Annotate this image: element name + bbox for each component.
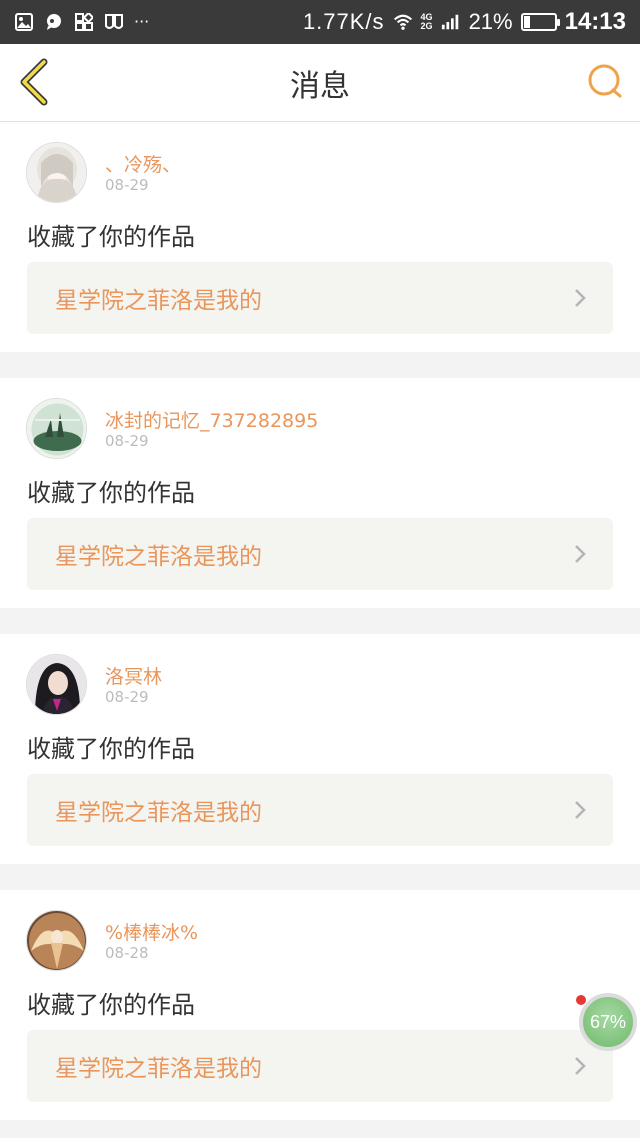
work-link[interactable]: 星学院之菲洛是我的 bbox=[27, 1030, 613, 1102]
message-card: %棒棒冰% 08-28 收藏了你的作品 星学院之菲洛是我的 bbox=[0, 890, 640, 1120]
chevron-left-icon bbox=[20, 58, 48, 106]
more-notifications-icon: ··· bbox=[134, 12, 150, 31]
work-title: 星学院之菲洛是我的 bbox=[55, 800, 262, 826]
message-date: 08-29 bbox=[105, 176, 149, 194]
work-link[interactable]: 星学院之菲洛是我的 bbox=[27, 262, 613, 334]
message-date: 08-29 bbox=[105, 432, 149, 450]
notification-icons: ··· bbox=[14, 13, 149, 31]
message-list: 、冷殇、 08-29 收藏了你的作品 星学院之菲洛是我的 冰封的记忆_73728… bbox=[0, 122, 640, 1138]
message-action: 收藏了你的作品 bbox=[27, 991, 195, 1019]
work-link[interactable]: 星学院之菲洛是我的 bbox=[27, 774, 613, 846]
notification-dot bbox=[576, 995, 586, 1005]
message-card: 洛冥林 08-29 收藏了你的作品 星学院之菲洛是我的 bbox=[0, 634, 640, 864]
battery-level bbox=[523, 16, 530, 28]
page-title: 消息 bbox=[290, 68, 350, 104]
username[interactable]: %棒棒冰% bbox=[105, 918, 198, 945]
message-date: 08-29 bbox=[105, 688, 149, 706]
network-speed: 1.77K/s bbox=[302, 9, 385, 34]
username[interactable]: 、冷殇、 bbox=[105, 150, 181, 177]
work-title: 星学院之菲洛是我的 bbox=[55, 1056, 262, 1082]
chevron-right-icon bbox=[575, 801, 586, 819]
mask-icon bbox=[104, 13, 124, 31]
username[interactable]: 洛冥林 bbox=[105, 662, 162, 689]
back-button[interactable] bbox=[14, 58, 58, 106]
net-type-bottom: 2G bbox=[420, 21, 433, 31]
floating-badge[interactable]: 67% bbox=[579, 993, 637, 1051]
avatar[interactable] bbox=[26, 910, 87, 971]
message-card: 、冷殇、 08-29 收藏了你的作品 星学院之菲洛是我的 bbox=[0, 122, 640, 352]
chevron-right-icon bbox=[575, 289, 586, 307]
battery-icon bbox=[520, 13, 560, 31]
floating-badge-label: 67% bbox=[589, 1011, 627, 1032]
battery-percent: 21% bbox=[468, 9, 513, 34]
network-type: 4G 2G bbox=[421, 13, 433, 31]
clock: 14:13 bbox=[564, 8, 626, 35]
chat-icon bbox=[44, 13, 64, 31]
message-action: 收藏了你的作品 bbox=[27, 735, 195, 763]
nav-bar: 消息 bbox=[0, 44, 640, 122]
chevron-right-icon bbox=[575, 545, 586, 563]
search-button[interactable] bbox=[586, 62, 626, 102]
message-action: 收藏了你的作品 bbox=[27, 479, 195, 507]
avatar[interactable] bbox=[26, 142, 87, 203]
username[interactable]: 冰封的记忆_737282895 bbox=[105, 406, 318, 433]
work-title: 星学院之菲洛是我的 bbox=[55, 544, 262, 570]
apps-icon bbox=[74, 13, 94, 31]
work-link[interactable]: 星学院之菲洛是我的 bbox=[27, 518, 613, 590]
avatar[interactable] bbox=[26, 654, 87, 715]
wifi-icon bbox=[393, 13, 413, 31]
avatar[interactable] bbox=[26, 398, 87, 459]
chevron-right-icon bbox=[575, 1057, 586, 1075]
image-icon bbox=[14, 13, 34, 31]
signal-icon bbox=[441, 13, 461, 31]
message-date: 08-28 bbox=[105, 944, 149, 962]
message-card: 冰封的记忆_737282895 08-29 收藏了你的作品 星学院之菲洛是我的 bbox=[0, 378, 640, 608]
work-title: 星学院之菲洛是我的 bbox=[55, 288, 262, 314]
message-action: 收藏了你的作品 bbox=[27, 223, 195, 251]
search-icon bbox=[588, 64, 622, 98]
status-bar: ··· 1.77K/s 4G 2G 21% 14:13 bbox=[0, 0, 640, 44]
